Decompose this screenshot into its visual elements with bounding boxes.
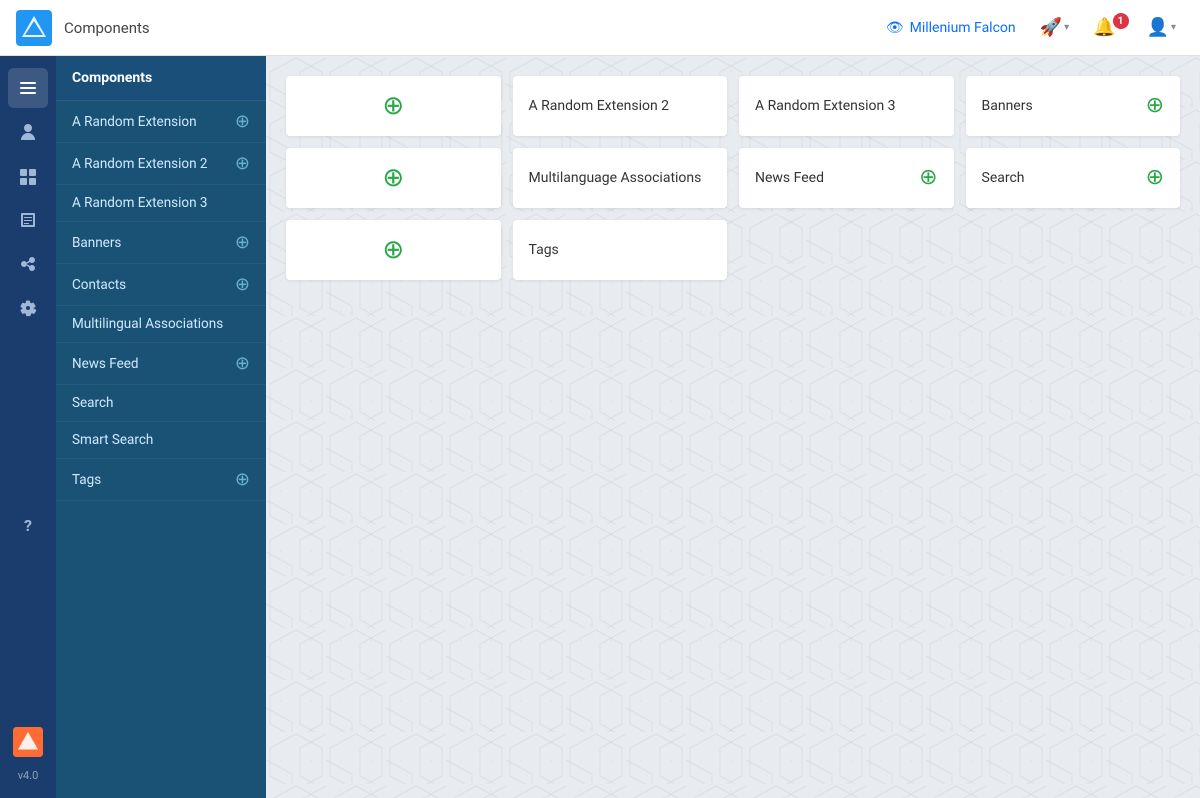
sidebar-item-label: A Random Extension 3 — [72, 195, 208, 211]
preview-user-btn[interactable]: 👁 Millenium Falcon — [878, 16, 1024, 40]
rocket-menu-btn[interactable]: 🚀 ▾ — [1032, 11, 1077, 44]
account-menu-btn[interactable]: 👤 ▾ — [1139, 11, 1184, 44]
empty-cell-1 — [739, 220, 954, 280]
sidebar-item-banners[interactable]: Banners ⊕ — [56, 222, 266, 264]
sidebar-item-label: A Random Extension — [72, 114, 197, 130]
card-label: Multilanguage Associations — [529, 170, 702, 186]
nav-sidebar-header: Components — [56, 56, 266, 101]
sidebar-icon-toggle[interactable] — [8, 68, 48, 108]
topbar-right: 👁 Millenium Falcon 🚀 ▾ 🔔 1 ▾ 👤 ▾ — [878, 11, 1184, 44]
page-title: Components — [64, 19, 878, 37]
notifications-btn[interactable]: 🔔 1 ▾ — [1085, 11, 1130, 44]
sidebar-item-a-random-extension[interactable]: A Random Extension ⊕ — [56, 101, 266, 143]
sidebar-icon-menu[interactable] — [8, 156, 48, 196]
sidebar-icon-help[interactable]: ? — [8, 506, 48, 546]
sidebar-icon-components[interactable] — [8, 244, 48, 284]
empty-cell-2 — [966, 220, 1181, 280]
card-label: Banners — [982, 98, 1033, 114]
plus-circle-icon: ⊕ — [382, 235, 404, 265]
plus-icon: ⊕ — [235, 232, 250, 253]
card-plus-icon: ⊕ — [919, 167, 937, 189]
sidebar-bottom: v4.0 — [13, 727, 43, 798]
sidebar-item-contacts[interactable]: Contacts ⊕ — [56, 264, 266, 306]
plus-icon: ⊕ — [235, 469, 250, 490]
sidebar-item-label: A Random Extension 2 — [72, 156, 208, 172]
joomla-footer-logo — [13, 727, 43, 761]
username-label: Millenium Falcon — [910, 20, 1016, 36]
joomla-logo — [16, 10, 52, 46]
card-plus-icon: ⊕ — [1146, 95, 1164, 117]
card-label: Search — [982, 170, 1025, 186]
sidebar-item-multilingual-associations[interactable]: Multilingual Associations — [56, 306, 266, 343]
sidebar-item-a-random-extension-3[interactable]: A Random Extension 3 — [56, 185, 266, 222]
plus-circle-icon: ⊕ — [382, 91, 404, 121]
version-label: v4.0 — [18, 765, 39, 786]
plus-circle-icon: ⊕ — [382, 163, 404, 193]
card-search[interactable]: Search ⊕ — [966, 148, 1181, 208]
sidebar-item-label: Search — [72, 395, 113, 411]
sidebar-item-label: Banners — [72, 235, 121, 251]
sidebar-item-label: Contacts — [72, 277, 126, 293]
user-icon: 👤 — [1147, 17, 1169, 38]
chevron-down-icon-3: ▾ — [1171, 22, 1176, 33]
sidebar-item-label: Multilingual Associations — [72, 316, 223, 332]
card-a-random-extension-2[interactable]: A Random Extension 2 — [513, 76, 728, 136]
plus-icon: ⊕ — [235, 274, 250, 295]
sidebar-icon-settings[interactable] — [8, 288, 48, 328]
topbar: Components 👁 Millenium Falcon 🚀 ▾ 🔔 1 ▾ … — [0, 0, 1200, 56]
card-plus-icon: ⊕ — [1146, 167, 1164, 189]
sidebar-item-tags[interactable]: Tags ⊕ — [56, 459, 266, 501]
card-banners[interactable]: Banners ⊕ — [966, 76, 1181, 136]
sidebar-icon-users[interactable] — [8, 112, 48, 152]
sidebar-item-smart-search[interactable]: Smart Search — [56, 422, 266, 459]
icon-sidebar: ? v4.0 — [0, 56, 56, 798]
nav-sidebar: Components A Random Extension ⊕ A Random… — [56, 56, 266, 798]
plus-icon: ⊕ — [235, 153, 250, 174]
card-plus-only-1[interactable]: ⊕ — [286, 76, 501, 136]
card-a-random-extension-3[interactable]: A Random Extension 3 — [739, 76, 954, 136]
card-tags[interactable]: Tags — [513, 220, 728, 280]
sidebar-item-label: Smart Search — [72, 432, 153, 448]
card-label: News Feed — [755, 170, 824, 186]
card-plus-only-3[interactable]: ⊕ — [286, 220, 501, 280]
content-area: ⊕ A Random Extension 2 A Random Extensio… — [266, 56, 1200, 798]
sidebar-item-a-random-extension-2[interactable]: A Random Extension 2 ⊕ — [56, 143, 266, 185]
eye-icon: 👁 — [886, 20, 904, 36]
sidebar-item-search[interactable]: Search — [56, 385, 266, 422]
card-label: A Random Extension 2 — [529, 98, 670, 114]
chevron-down-icon: ▾ — [1064, 22, 1069, 33]
main-layout: ? v4.0 Components A Random Extension ⊕ A… — [0, 56, 1200, 798]
sidebar-item-news-feed[interactable]: News Feed ⊕ — [56, 343, 266, 385]
plus-icon: ⊕ — [235, 111, 250, 132]
card-grid: ⊕ A Random Extension 2 A Random Extensio… — [286, 76, 1180, 280]
card-news-feed[interactable]: News Feed ⊕ — [739, 148, 954, 208]
sidebar-item-label: Tags — [72, 472, 101, 488]
sidebar-item-label: News Feed — [72, 356, 139, 372]
rocket-icon: 🚀 — [1040, 17, 1062, 38]
plus-icon: ⊕ — [235, 353, 250, 374]
card-plus-only-2[interactable]: ⊕ — [286, 148, 501, 208]
notification-badge: 1 — [1113, 13, 1129, 29]
card-multilanguage-associations[interactable]: Multilanguage Associations — [513, 148, 728, 208]
card-label: Tags — [529, 242, 559, 258]
card-label: A Random Extension 3 — [755, 98, 896, 114]
sidebar-icon-content[interactable] — [8, 200, 48, 240]
